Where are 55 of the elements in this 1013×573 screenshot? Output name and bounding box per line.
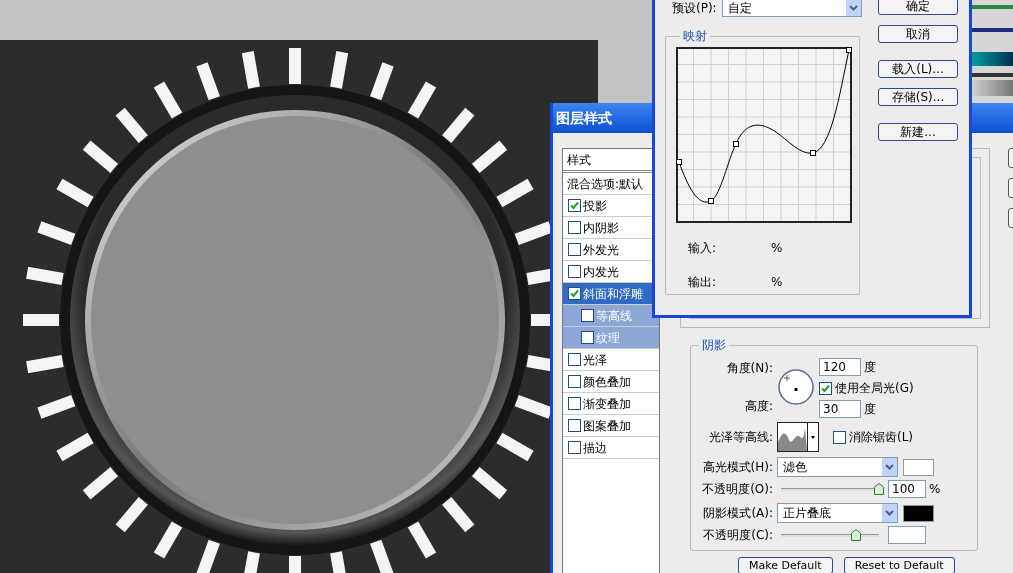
checkbox[interactable] [568, 199, 581, 212]
checkbox[interactable] [819, 381, 832, 395]
checkbox[interactable] [568, 397, 581, 410]
unit-label: 度 [864, 401, 876, 418]
dialog-button[interactable]: 载入(L)... [878, 60, 958, 78]
dialog-button[interactable]: Reset to Default [843, 557, 955, 573]
checkbox[interactable] [833, 430, 846, 444]
dialog-button[interactable]: 存储(S)... [878, 88, 958, 106]
input-field[interactable]: 30 [819, 400, 861, 418]
mode-dropdown[interactable]: 滤色 [777, 457, 898, 477]
dropdown-arrow-icon [845, 0, 861, 16]
field-label: 光泽等高线: [707, 429, 773, 446]
field-label: 不透明度(C): [702, 527, 773, 544]
input-field[interactable]: 120 [819, 358, 861, 376]
contour-picker[interactable] [777, 422, 819, 452]
checkbox[interactable] [568, 441, 581, 454]
checkbox[interactable] [568, 419, 581, 432]
checkbox-label: 消除锯齿(L) [849, 429, 914, 446]
color-swatch[interactable] [903, 458, 934, 476]
field-label: 阴影模式(A): [702, 505, 773, 522]
slider-thumb[interactable] [851, 528, 862, 541]
field-label: 高度: [744, 398, 773, 415]
mode-dropdown[interactable]: 正片叠底 [777, 503, 898, 523]
unit-label: % [771, 240, 783, 257]
dialog-button[interactable]: Make Default [738, 557, 833, 573]
dialog-button[interactable]: 取消 [878, 25, 958, 43]
group-title: 阴影 [701, 337, 727, 354]
checkbox[interactable] [568, 265, 581, 278]
unit-label: % [929, 481, 941, 498]
contour-curve-graph[interactable] [676, 47, 852, 223]
field-label: 输出: [688, 274, 718, 291]
unit-label: 度 [864, 359, 876, 376]
checkbox[interactable] [568, 287, 581, 300]
unit-label: % [771, 274, 783, 291]
group-title: 映射 [682, 28, 708, 45]
input-field[interactable] [888, 526, 926, 544]
checkbox-label: 使用全局光(G) [835, 380, 914, 397]
color-swatch[interactable] [903, 504, 934, 522]
field-label: 角度(N): [726, 360, 773, 377]
preset-label: 预设(P): [672, 0, 717, 17]
field-label: 输入: [688, 240, 718, 257]
checkbox[interactable] [568, 243, 581, 256]
slider-thumb[interactable] [874, 482, 884, 495]
checkbox[interactable] [568, 353, 581, 366]
dialog-button[interactable]: 确定 [878, 0, 958, 15]
angle-dial[interactable] [777, 368, 815, 406]
input-field[interactable]: 100 [888, 480, 926, 498]
checkbox[interactable] [568, 221, 581, 234]
checkbox[interactable] [581, 309, 594, 322]
checkbox[interactable] [581, 331, 594, 344]
dialog-button[interactable]: 新建... [878, 123, 958, 141]
field-label: 不透明度(O): [701, 481, 773, 498]
field-label: 高光模式(H): [701, 459, 773, 476]
preset-dropdown[interactable]: 自定 [721, 0, 862, 17]
checkbox[interactable] [568, 375, 581, 388]
